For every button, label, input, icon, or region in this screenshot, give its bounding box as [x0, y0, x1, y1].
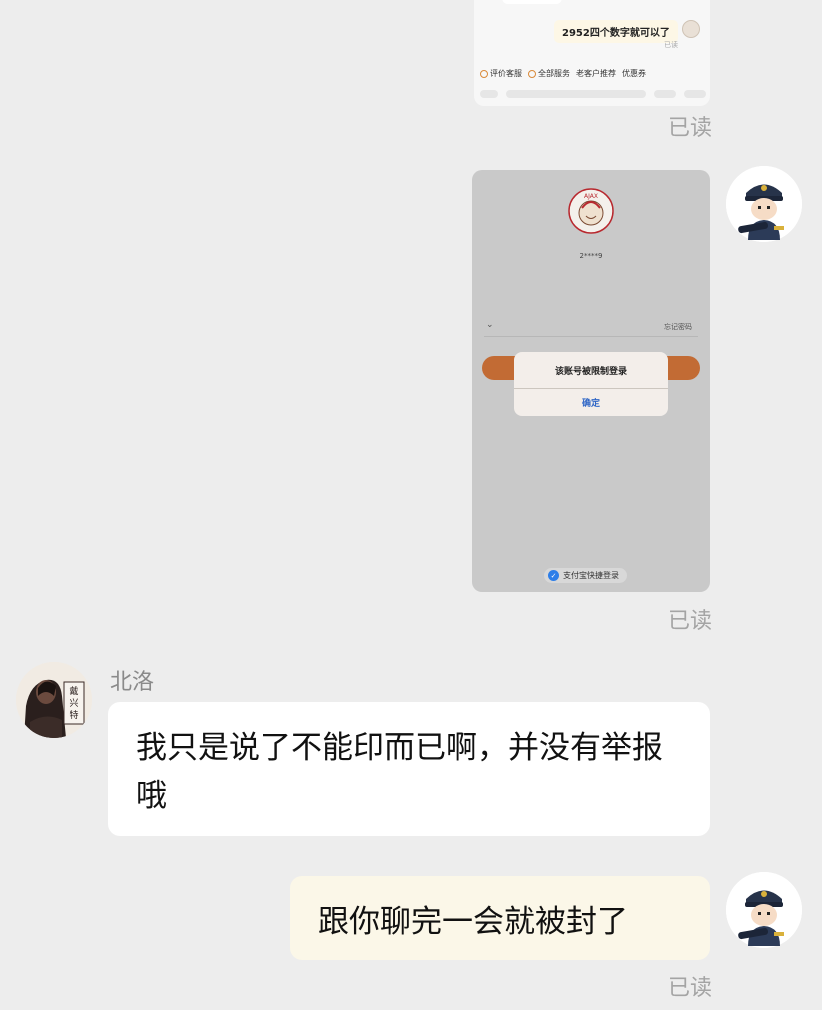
screenshot-message-top[interactable]: 2952四个数字就可以了 已读 评价客服 全部服务 老客户推荐 优惠券	[474, 0, 710, 106]
forgot-password-link: 忘记密码	[664, 323, 692, 331]
cropped-bubble	[502, 0, 562, 4]
sender-avatar[interactable]: 戴 兴 特	[16, 662, 92, 738]
alipay-login-button: ✓ 支付宝快捷登录	[544, 568, 627, 583]
quick-actions: 评价客服 全部服务 老客户推荐 优惠券	[480, 68, 706, 79]
svg-text:特: 特	[69, 709, 78, 721]
quick-action-services: 全部服务	[528, 68, 570, 79]
alipay-icon: ✓	[548, 570, 559, 581]
svg-text:AJAX: AJAX	[584, 193, 598, 200]
incoming-message-bubble[interactable]: 我只是说了不能印而已啊，并没有举报哦	[108, 702, 710, 836]
chevron-down-icon: ⌄	[486, 320, 494, 330]
mini-read-label: 已读	[664, 41, 678, 49]
police-icon	[726, 872, 802, 948]
police-icon	[726, 166, 802, 242]
portrait-avatar-icon: 戴 兴 特	[16, 662, 92, 738]
quick-action-coupon: 优惠券	[622, 69, 646, 78]
screenshot-message-login[interactable]: AJAX 2****9 ⌄ 忘记密码 该账号被限制登录 确定 ✓ 支付宝快捷登录	[472, 170, 710, 592]
police-avatar[interactable]	[726, 872, 802, 948]
sender-name: 北洛	[110, 670, 155, 695]
police-avatar[interactable]	[726, 166, 802, 242]
screenshot-text: 2952四个数字就可以了	[554, 20, 678, 43]
alert-dialog: 该账号被限制登录 确定	[514, 352, 668, 416]
mini-avatar	[682, 20, 700, 38]
read-receipt: 已读	[668, 976, 713, 1001]
read-receipt: 已读	[668, 116, 713, 141]
read-receipt: 已读	[668, 609, 713, 634]
grid-icon	[528, 69, 536, 78]
svg-text:兴: 兴	[69, 698, 78, 709]
alipay-label: 支付宝快捷登录	[563, 571, 619, 580]
input-bar	[480, 90, 706, 98]
svg-text:戴: 戴	[69, 685, 78, 697]
quick-action-referral: 老客户推荐	[576, 69, 616, 78]
smile-icon	[480, 69, 488, 78]
incoming-message-text: 我只是说了不能印而已啊，并没有举报哦	[136, 730, 663, 814]
divider	[484, 336, 698, 337]
outgoing-message-bubble[interactable]: 跟你聊完一会就被封了	[290, 876, 710, 960]
alert-message: 该账号被限制登录	[554, 366, 627, 377]
masked-account: 2****9	[579, 252, 603, 260]
ajax-logo-icon: AJAX	[568, 188, 614, 234]
outgoing-message-text: 跟你聊完一会就被封了	[318, 903, 628, 940]
quick-action-rate: 评价客服	[480, 68, 522, 79]
alert-confirm-button: 确定	[581, 399, 600, 409]
